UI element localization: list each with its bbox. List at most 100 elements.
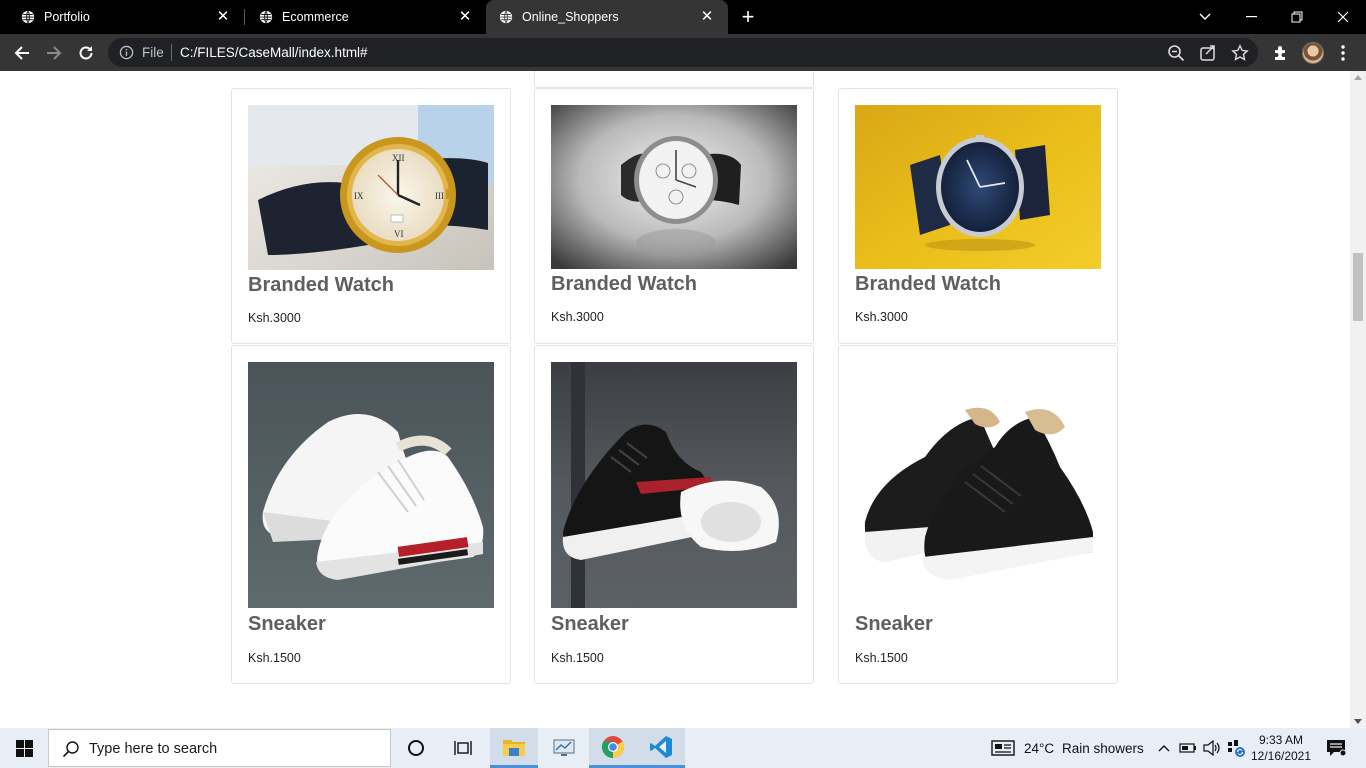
divider — [171, 44, 172, 61]
globe-icon — [499, 10, 513, 24]
speaker-icon — [1203, 740, 1220, 756]
arrow-left-icon — [14, 46, 29, 60]
product-card[interactable]: Branded Watch Ksh.3000 — [534, 88, 814, 344]
tab-ecommerce[interactable]: Ecommerce ✕ — [238, 0, 486, 34]
windows-logo-icon — [15, 739, 33, 757]
browser-tab-strip: Portfolio ✕ Ecommerce ✕ Online_Shoppers … — [0, 0, 1366, 34]
black-fur-boot-photo — [855, 362, 1101, 608]
reload-icon — [79, 46, 93, 60]
notification-icon — [1327, 740, 1346, 757]
product-name: Branded Watch — [248, 274, 394, 296]
zoom-icon[interactable] — [1167, 44, 1185, 62]
chrome-taskbar-button[interactable] — [589, 728, 637, 768]
action-center-button[interactable] — [1316, 728, 1356, 768]
task-view-icon — [454, 741, 472, 755]
product-price: Ksh.1500 — [855, 651, 908, 665]
task-view-button[interactable] — [440, 728, 488, 768]
search-icon — [62, 741, 79, 758]
share-icon[interactable] — [1199, 44, 1217, 62]
new-tab-button[interactable]: + — [738, 6, 758, 28]
restore-icon — [1291, 11, 1303, 23]
profile-avatar[interactable] — [1302, 42, 1324, 64]
reload-button[interactable] — [75, 42, 97, 64]
product-card[interactable]: Sneaker Ksh.1500 — [534, 345, 814, 684]
file-explorer-button[interactable] — [490, 728, 538, 768]
bookmark-star-icon[interactable] — [1231, 44, 1249, 62]
clock-time: 9:33 AM — [1258, 733, 1304, 747]
tab-online-shoppers[interactable]: Online_Shoppers ✕ — [486, 0, 728, 34]
photos-app-button[interactable] — [540, 728, 588, 768]
svg-text:IX: IX — [354, 191, 364, 201]
blue-watch-photo — [855, 105, 1101, 269]
chevron-up-icon — [1158, 745, 1170, 752]
info-icon[interactable] — [119, 45, 134, 60]
product-card[interactable]: Sneaker Ksh.1500 — [838, 345, 1118, 684]
back-button[interactable] — [11, 42, 33, 64]
globe-icon — [21, 10, 35, 24]
cortana-circle-icon — [408, 740, 424, 756]
show-hidden-icons-button[interactable] — [1152, 728, 1176, 768]
close-tab-icon[interactable]: ✕ — [216, 9, 230, 24]
taskbar-search-box[interactable]: Type here to search — [48, 729, 391, 767]
product-card[interactable]: Sneaker Ksh.1500 — [231, 345, 511, 684]
battery-icon — [1179, 743, 1196, 753]
cortana-button[interactable] — [392, 728, 440, 768]
arrow-right-icon — [47, 46, 62, 60]
white-sneaker-photo — [248, 362, 494, 608]
silver-watch-photo — [551, 105, 797, 269]
product-price: Ksh.1500 — [551, 651, 604, 665]
close-tab-icon[interactable]: ✕ — [700, 9, 714, 24]
scrollbar-thumb[interactable] — [1353, 253, 1363, 321]
extensions-button[interactable] — [1269, 42, 1291, 64]
vscode-taskbar-button[interactable] — [637, 728, 685, 768]
gold-watch-photo: XII III VI IX — [248, 105, 494, 270]
close-icon — [1337, 11, 1349, 23]
product-name: Sneaker — [248, 613, 326, 635]
network-sync-icon — [1228, 740, 1245, 757]
svg-text:VI: VI — [394, 229, 404, 239]
product-name: Sneaker — [855, 613, 933, 635]
page-scrollbar[interactable] — [1350, 71, 1366, 728]
browser-toolbar: File C:/FILES/CaseMall/index.html# — [0, 34, 1366, 71]
tab-search-button[interactable] — [1182, 0, 1228, 34]
system-clock[interactable]: 9:33 AM 12/16/2021 — [1250, 732, 1312, 764]
scroll-up-arrow-icon[interactable] — [1354, 75, 1362, 80]
url-text[interactable]: C:/FILES/CaseMall/index.html# — [180, 45, 368, 60]
product-card[interactable]: Branded Watch Ksh.3000 — [838, 88, 1118, 344]
tab-title: Ecommerce — [282, 10, 349, 24]
scroll-down-arrow-icon[interactable] — [1354, 719, 1362, 724]
chrome-icon — [602, 735, 624, 758]
weather-condition[interactable]: Rain showers — [1062, 741, 1144, 756]
browser-menu-button[interactable] — [1332, 42, 1354, 64]
windows-taskbar: Type here to search 24°C Rain showers 9:… — [0, 728, 1366, 768]
close-window-button[interactable] — [1320, 0, 1366, 34]
monitor-chart-icon — [553, 739, 575, 756]
vscode-icon — [650, 735, 672, 758]
tab-portfolio[interactable]: Portfolio ✕ — [0, 0, 244, 34]
product-name: Branded Watch — [551, 273, 697, 295]
product-name: Sneaker — [551, 613, 629, 635]
product-name: Branded Watch — [855, 273, 1001, 295]
restore-button[interactable] — [1274, 0, 1320, 34]
globe-icon — [259, 10, 273, 24]
address-bar[interactable]: File C:/FILES/CaseMall/index.html# — [108, 38, 1258, 67]
battery-indicator[interactable] — [1176, 728, 1200, 768]
network-indicator[interactable] — [1224, 728, 1248, 768]
black-white-sneaker-photo — [551, 362, 797, 608]
minimize-button[interactable] — [1228, 0, 1274, 34]
clock-date: 12/16/2021 — [1250, 749, 1312, 763]
weather-temperature[interactable]: 24°C — [1024, 741, 1054, 756]
product-price: Ksh.3000 — [248, 311, 301, 325]
product-price: Ksh.3000 — [551, 310, 604, 324]
volume-control[interactable] — [1200, 728, 1224, 768]
puzzle-icon — [1274, 45, 1285, 60]
forward-button[interactable] — [43, 42, 65, 64]
product-card[interactable]: XII III VI IX Branded Watch Ksh.3000 — [231, 88, 511, 344]
close-tab-icon[interactable]: ✕ — [458, 9, 472, 24]
minimize-icon — [1245, 16, 1257, 18]
start-button[interactable] — [0, 728, 48, 768]
news-widget-button[interactable] — [980, 728, 1026, 768]
svg-text:XII: XII — [392, 153, 405, 163]
product-card-partial — [534, 71, 814, 88]
url-scheme-label: File — [142, 45, 164, 60]
